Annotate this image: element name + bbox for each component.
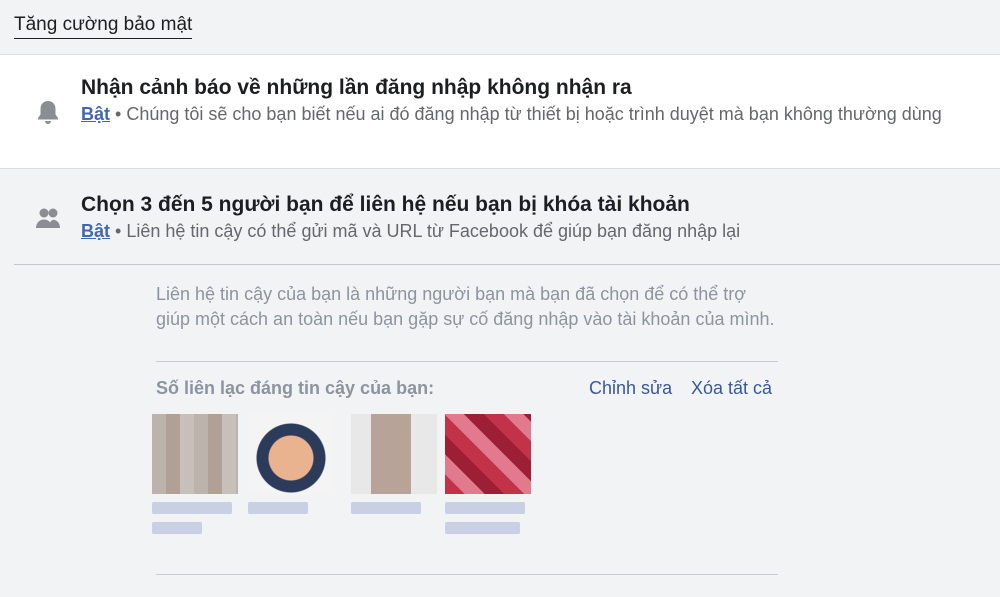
trusted-contacts-title: Chọn 3 đến 5 người bạn để liên hệ nếu bạ… bbox=[81, 193, 690, 216]
contact-card[interactable] bbox=[152, 414, 238, 534]
friends-icon bbox=[36, 208, 60, 228]
contact-card[interactable] bbox=[445, 414, 531, 534]
contact-name-blurred bbox=[445, 522, 520, 534]
login-alerts-title: Nhận cảnh báo về những lần đăng nhập khô… bbox=[81, 76, 632, 99]
contact-card[interactable] bbox=[248, 414, 334, 514]
login-alerts-description-block: Bật • Chúng tôi sẽ cho bạn biết nếu ai đ… bbox=[81, 102, 981, 126]
avatar bbox=[152, 414, 238, 494]
contact-name-blurred bbox=[445, 502, 525, 514]
trusted-contacts-status-link[interactable]: Bật bbox=[81, 221, 110, 241]
info-divider bbox=[156, 361, 778, 362]
row-divider bbox=[14, 264, 1000, 265]
remove-all-link[interactable]: Xóa tất cả bbox=[691, 378, 772, 399]
contact-card[interactable] bbox=[351, 414, 437, 514]
avatar bbox=[248, 414, 334, 494]
trusted-contacts-description: Liên hệ tin cậy có thể gửi mã và URL từ … bbox=[126, 221, 741, 241]
section-title: Tăng cường bảo mật bbox=[14, 14, 193, 39]
bottom-divider bbox=[156, 574, 778, 575]
edit-link[interactable]: Chỉnh sửa bbox=[589, 378, 672, 399]
avatar bbox=[351, 414, 437, 494]
separator: • bbox=[110, 221, 127, 241]
contacts-label: Số liên lạc đáng tin cậy của bạn: bbox=[156, 378, 435, 398]
trusted-contacts-description-block: Bật • Liên hệ tin cậy có thể gửi mã và U… bbox=[81, 219, 981, 243]
contact-name-blurred bbox=[248, 502, 308, 514]
login-alerts-status-link[interactable]: Bật bbox=[81, 104, 110, 124]
contact-name-blurred bbox=[351, 502, 421, 514]
contact-name-blurred bbox=[152, 502, 232, 514]
separator: • bbox=[110, 104, 127, 124]
login-alerts-row[interactable]: Nhận cảnh báo về những lần đăng nhập khô… bbox=[0, 55, 1000, 169]
avatar bbox=[445, 414, 531, 494]
trusted-contacts-info: Liên hệ tin cậy của bạn là những người b… bbox=[156, 284, 775, 329]
login-alerts-description: Chúng tôi sẽ cho bạn biết nếu ai đó đăng… bbox=[126, 104, 942, 124]
bell-icon bbox=[38, 101, 58, 124]
contact-name-blurred bbox=[152, 522, 202, 534]
